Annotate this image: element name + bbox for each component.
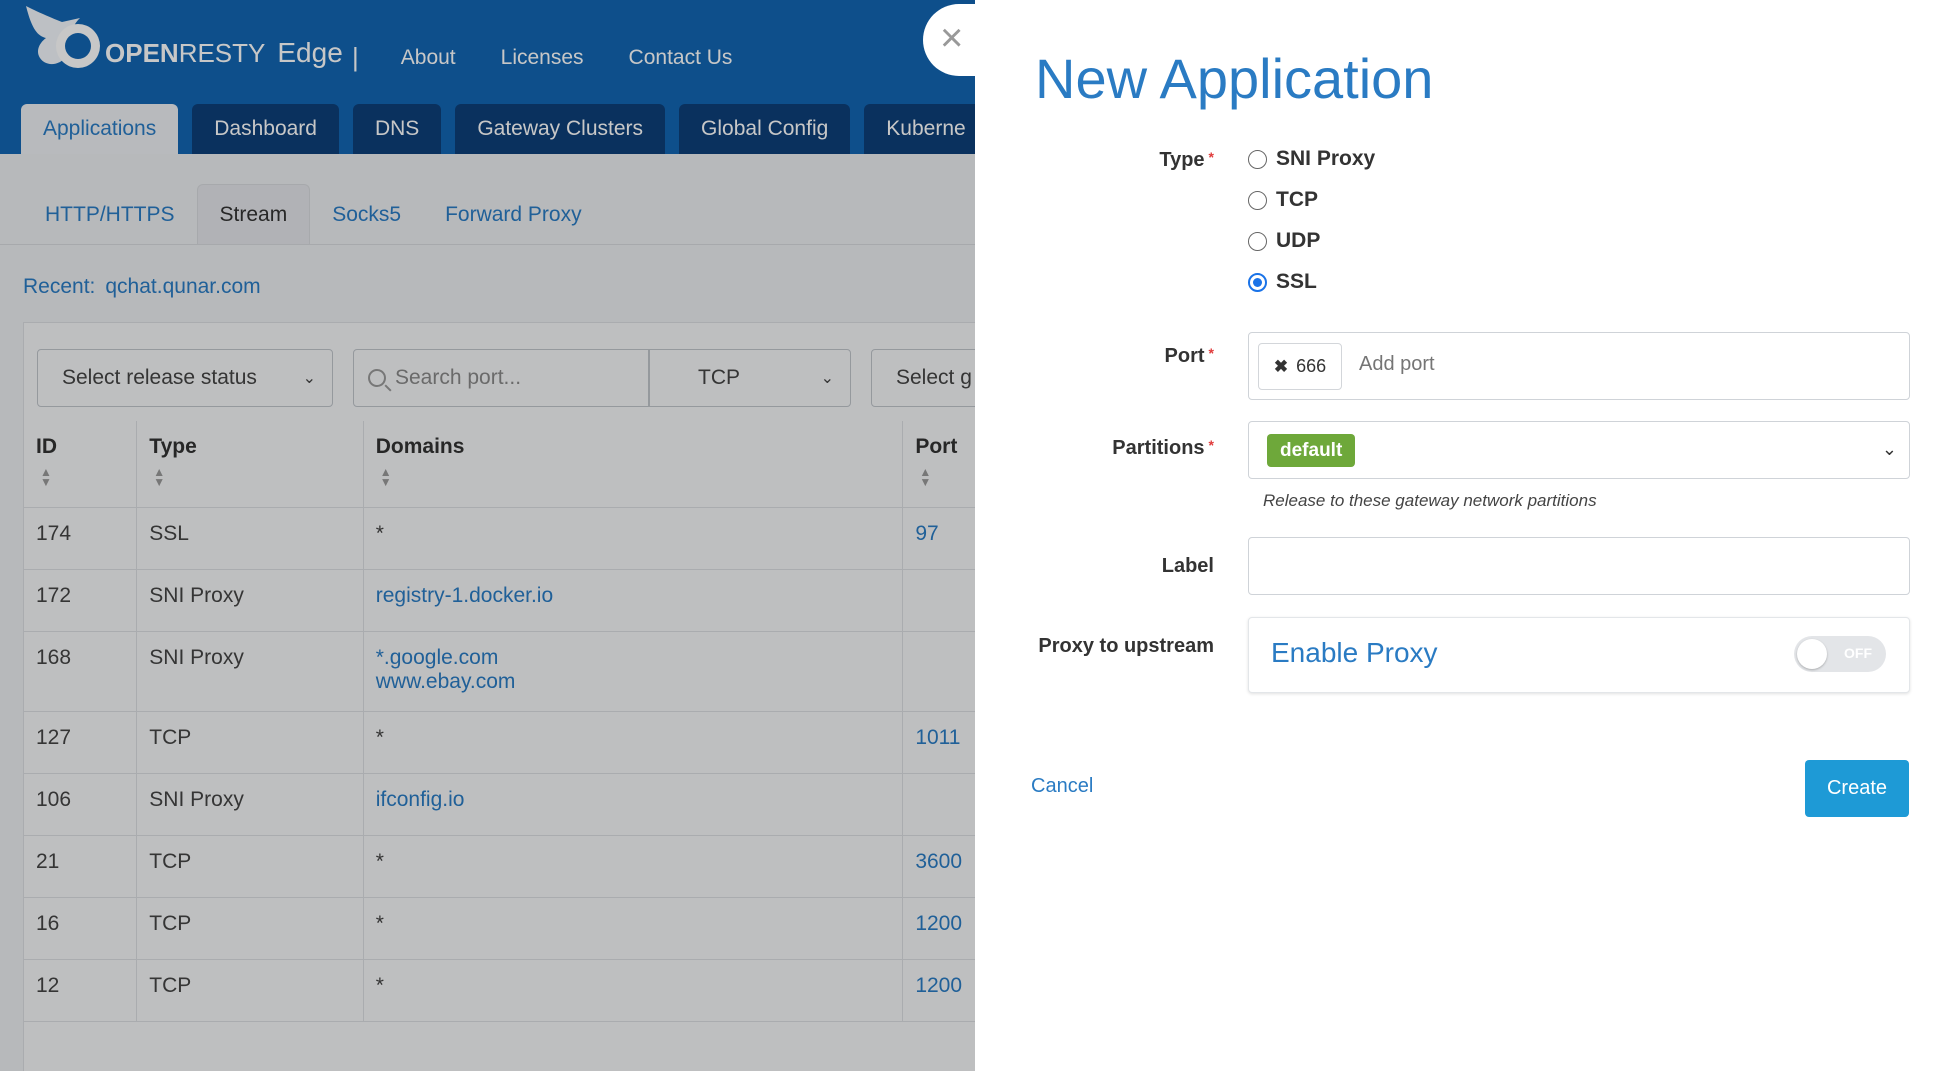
label-input[interactable] bbox=[1259, 548, 1899, 584]
type-option-sni-proxy[interactable]: SNI Proxy bbox=[1248, 147, 1375, 171]
close-icon[interactable]: × bbox=[940, 18, 963, 58]
enable-proxy-title: Enable Proxy bbox=[1271, 637, 1438, 668]
partitions-select[interactable]: default ⌄ bbox=[1248, 421, 1910, 479]
radio-button-checked[interactable] bbox=[1248, 272, 1267, 292]
new-application-drawer bbox=[975, 0, 1956, 1071]
type-option-udp[interactable]: UDP bbox=[1248, 229, 1320, 253]
chevron-down-icon[interactable]: ⌄ bbox=[1882, 439, 1897, 460]
radio-button[interactable] bbox=[1248, 190, 1267, 210]
proxy-card: Enable Proxy OFF bbox=[1248, 617, 1910, 693]
enable-proxy-toggle[interactable]: OFF bbox=[1794, 636, 1886, 672]
cancel-button[interactable]: Cancel bbox=[1031, 775, 1093, 798]
port-label: Port * bbox=[1164, 345, 1214, 367]
port-tag-value: 666 bbox=[1296, 356, 1327, 376]
proxy-label: Proxy to upstream bbox=[1038, 635, 1214, 657]
radio-button[interactable] bbox=[1248, 231, 1267, 251]
partitions-help-text: Release to these gateway network partiti… bbox=[1263, 491, 1597, 510]
modal-backdrop[interactable] bbox=[0, 0, 975, 1071]
label-field[interactable] bbox=[1248, 537, 1910, 595]
type-label: Type * bbox=[1159, 149, 1214, 171]
port-field[interactable]: ✖ 666 bbox=[1248, 332, 1910, 400]
partition-badge[interactable]: default bbox=[1267, 434, 1356, 467]
type-option-tcp[interactable]: TCP bbox=[1248, 188, 1318, 212]
partitions-label: Partitions * bbox=[1112, 437, 1214, 459]
create-button[interactable]: Create bbox=[1805, 760, 1909, 817]
type-option-ssl[interactable]: SSL bbox=[1248, 270, 1317, 294]
dialog-title: New Application bbox=[1035, 47, 1434, 110]
radio-button[interactable] bbox=[1248, 149, 1267, 169]
port-tag: ✖ 666 bbox=[1258, 343, 1342, 390]
label-label: Label bbox=[1161, 555, 1214, 577]
toggle-state-text: OFF bbox=[1844, 645, 1872, 661]
toggle-knob bbox=[1797, 639, 1827, 669]
remove-tag-icon[interactable]: ✖ bbox=[1274, 357, 1288, 377]
add-port-input[interactable] bbox=[1359, 353, 1759, 376]
